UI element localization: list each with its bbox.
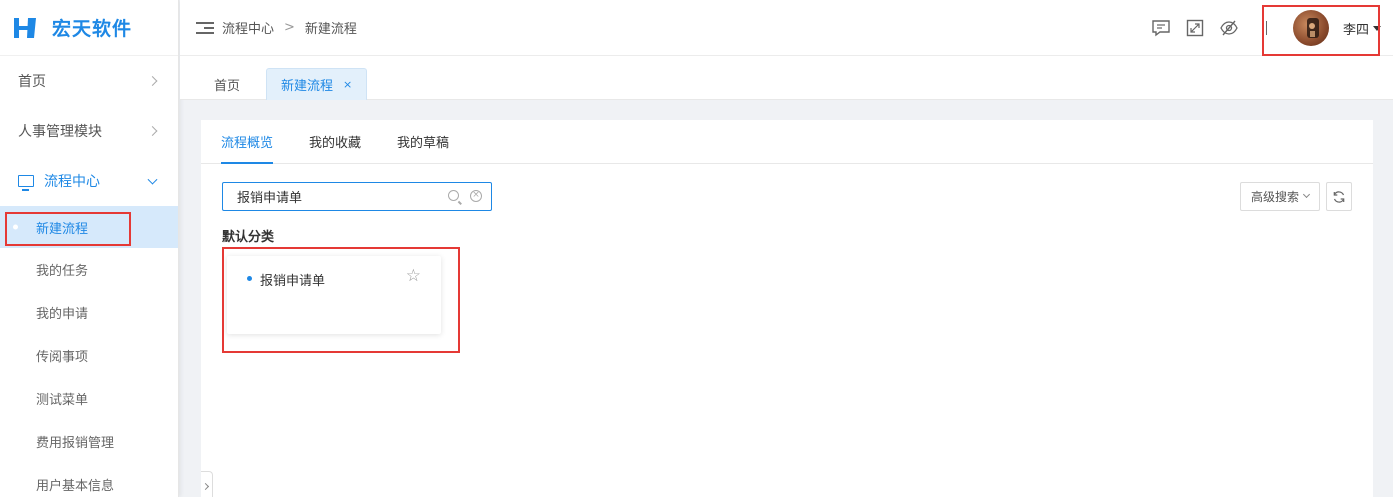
page-tab-home[interactable]: 首页 <box>200 68 254 100</box>
tab-drafts[interactable]: 我的草稿 <box>397 119 449 163</box>
close-icon[interactable]: × <box>343 78 352 91</box>
page-tab-label: 首页 <box>214 78 241 94</box>
sidebar-subitem-my-requests[interactable]: 我的申请 <box>0 291 178 334</box>
sidebar-item-label: 人事管理模块 <box>18 124 102 140</box>
chevron-right-icon <box>147 76 158 86</box>
breadcrumb: 流程中心 > 新建流程 <box>222 18 357 37</box>
page-tab-label: 新建流程 <box>281 79 334 94</box>
sidebar-subitem-label: 我的任务 <box>36 264 89 279</box>
sidebar-item-label: 流程中心 <box>44 174 100 190</box>
page-tabs-bar: 首页 新建流程 × <box>180 56 1393 100</box>
monitor-icon <box>18 175 34 191</box>
clear-icon[interactable]: × <box>470 190 482 202</box>
breadcrumb-separator: > <box>284 20 295 35</box>
breadcrumb-item[interactable]: 流程中心 <box>222 18 274 37</box>
sidebar-subitem-expense[interactable]: 费用报销管理 <box>0 420 178 463</box>
highlight-box-sidebar <box>5 212 131 246</box>
sidebar-subitem-circulation[interactable]: 传阅事项 <box>0 334 178 377</box>
highlight-box-user <box>1262 5 1380 56</box>
highlight-box-card <box>222 247 460 353</box>
sidebar-subitem-label: 传阅事项 <box>36 350 89 365</box>
sidebar: 宏天软件 首页 人事管理模块 流程中心 新建流程 我的任务 我的申请 传阅事项 … <box>0 0 179 497</box>
logo-icon <box>12 14 40 42</box>
breadcrumb-item: 新建流程 <box>304 22 357 37</box>
sidebar-item-label: 首页 <box>18 74 46 90</box>
sidebar-subitem-my-tasks[interactable]: 我的任务 <box>0 248 178 291</box>
sidebar-item-home[interactable]: 首页 <box>0 56 178 106</box>
refresh-button[interactable] <box>1326 182 1352 211</box>
advanced-search-button[interactable]: 高级搜索 <box>1239 182 1320 211</box>
chevron-right-icon <box>147 126 158 136</box>
sidebar-item-hr[interactable]: 人事管理模块 <box>0 106 178 156</box>
sidebar-subitem-user-info[interactable]: 用户基本信息 <box>0 463 178 497</box>
tab-favorites[interactable]: 我的收藏 <box>309 119 361 163</box>
top-header: 流程中心 > 新建流程 李四 <box>180 0 1393 56</box>
search-input[interactable] <box>237 189 437 204</box>
menu-fold-icon[interactable] <box>196 21 214 35</box>
sidebar-item-process-center[interactable]: 流程中心 <box>0 156 178 206</box>
brand-logo[interactable]: 宏天软件 <box>0 0 178 56</box>
sidebar-subitem-label: 我的申请 <box>36 307 89 322</box>
advanced-search-label: 高级搜索 <box>1250 190 1299 204</box>
tab-overview[interactable]: 流程概览 <box>221 119 274 164</box>
category-title: 默认分类 <box>222 230 275 245</box>
sidebar-subitem-label: 测试菜单 <box>36 393 89 408</box>
chevron-down-icon <box>147 174 158 185</box>
chevron-down-icon <box>1302 190 1311 199</box>
search-box: × <box>222 182 492 211</box>
sidebar-subitem-test-menu[interactable]: 测试菜单 <box>0 377 178 420</box>
sidebar-subitem-label: 用户基本信息 <box>36 479 115 494</box>
sidebar-subitem-label: 费用报销管理 <box>36 436 115 451</box>
refresh-icon <box>1333 190 1345 203</box>
message-icon[interactable] <box>1151 18 1171 38</box>
brand-name: 宏天软件 <box>52 18 133 40</box>
page-tab-new-process[interactable]: 新建流程 × <box>266 68 368 100</box>
collapse-handle[interactable] <box>201 471 213 497</box>
fullscreen-icon[interactable] <box>1185 18 1205 38</box>
content-tabs: 流程概览 我的收藏 我的草稿 <box>201 120 1373 164</box>
eye-off-icon[interactable] <box>1219 18 1239 38</box>
search-icon[interactable] <box>448 190 459 201</box>
